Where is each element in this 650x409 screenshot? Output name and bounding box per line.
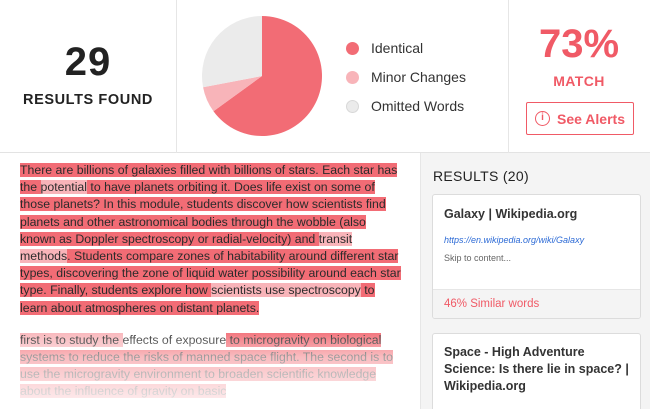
document-text: There are billions of galaxies filled wi… — [20, 162, 404, 409]
match-block: 73% MATCH i See Alerts — [508, 0, 650, 153]
pie-legend: Identical Minor Changes Omitted Words — [346, 38, 466, 125]
result-card-title[interactable]: Galaxy | Wikipedia.org — [433, 195, 640, 223]
match-label: MATCH — [553, 73, 605, 89]
result-card-snippet: Skip to content... — [444, 253, 512, 263]
match-percent: 73% — [538, 22, 620, 66]
see-alerts-button[interactable]: i See Alerts — [526, 102, 634, 135]
results-count: 29 — [64, 40, 112, 84]
minor-change-highlight: scientists use spectroscopy — [211, 283, 361, 298]
stats-divider — [176, 0, 177, 153]
legend-label-minor-changes: Minor Changes — [371, 69, 466, 85]
omitted-text: effects of exposure — [122, 332, 227, 347]
legend-label-identical: Identical — [371, 40, 424, 56]
info-icon: i — [535, 111, 551, 126]
result-card[interactable]: Galaxy | Wikipedia.org https://en.wikipe… — [432, 194, 641, 319]
results-panel-title: RESULTS (20) — [433, 168, 529, 184]
result-card-url[interactable]: https://en.wikipedia.org/wiki/Galaxy — [433, 235, 640, 245]
legend-label-omitted-words: Omitted Words — [371, 98, 465, 114]
legend-dot-omitted-words — [346, 99, 359, 113]
pie-chart-svg — [202, 16, 322, 136]
stats-bar: 29 RESULTS FOUND Identical Minor Changes… — [0, 0, 650, 153]
similarity-pie-chart — [200, 12, 324, 140]
minor-change-highlight: potential — [40, 180, 88, 195]
pie-slice-omitted-words — [202, 16, 262, 88]
result-card-title[interactable]: Space - High Adventure Science: Is there… — [433, 334, 640, 395]
results-found-block: 29 RESULTS FOUND — [0, 0, 176, 153]
legend-item-minor-changes: Minor Changes — [346, 67, 466, 87]
document-paragraph: first is to study the effects of exposur… — [20, 332, 404, 401]
results-label: RESULTS FOUND — [23, 92, 153, 108]
result-card[interactable]: Space - High Adventure Science: Is there… — [432, 333, 641, 409]
legend-dot-minor-changes — [346, 70, 359, 84]
legend-item-omitted-words: Omitted Words — [346, 96, 466, 116]
result-card-similarity: 46% Similar words — [433, 289, 640, 318]
legend-item-identical: Identical — [346, 38, 466, 58]
results-panel: RESULTS (20) Galaxy | Wikipedia.org http… — [420, 153, 650, 409]
document-paragraph: There are billions of galaxies filled wi… — [20, 162, 404, 317]
minor-change-highlight: first is to study the — [20, 332, 123, 347]
legend-dot-identical — [346, 41, 359, 55]
see-alerts-label: See Alerts — [557, 110, 625, 127]
